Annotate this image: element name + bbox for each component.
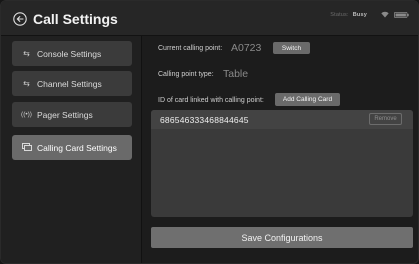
calling-card-panel: Current calling point: A0723 Switch Call… [142, 36, 418, 263]
sidebar-item-label: Console Settings [37, 48, 102, 59]
swap-arrows-icon: ⇆ [23, 79, 30, 88]
sidebar-item-label: Calling Card Settings [37, 142, 117, 153]
linked-card-label: ID of card linked with calling point: [158, 97, 264, 104]
switch-button[interactable]: Switch [273, 42, 310, 54]
wifi-icon [381, 11, 389, 18]
linked-card-list: 686546333468844645 Remove [151, 110, 413, 217]
point-type-label: Calling point type: [158, 71, 214, 78]
add-calling-card-button[interactable]: Add Calling Card [275, 93, 340, 106]
sidebar-item-pager-settings[interactable]: ((•)) Pager Settings [12, 102, 132, 127]
card-id: 686546333468844645 [160, 115, 249, 125]
status-label: Status: [330, 12, 349, 18]
sidebar-item-console-settings[interactable]: ⇆ Console Settings [12, 41, 132, 66]
page-title: Call Settings [33, 11, 118, 27]
remove-card-button[interactable]: Remove [369, 113, 402, 125]
header-bar: Call Settings Status: Busy [1, 1, 418, 36]
back-arrow-icon[interactable] [13, 12, 27, 26]
sidebar-item-label: Pager Settings [37, 109, 93, 120]
battery-icon [394, 12, 409, 18]
sidebar-item-channel-settings[interactable]: ⇆ Channel Settings [12, 71, 132, 96]
broadcast-icon: ((•)) [21, 111, 32, 118]
status-indicator: Status: Busy [330, 12, 367, 18]
settings-sidebar: ⇆ Console Settings ⇆ Channel Settings ((… [1, 36, 142, 263]
point-type-value: Table [223, 68, 249, 80]
current-point-value: A0723 [231, 42, 262, 54]
list-item: 686546333468844645 Remove [151, 110, 413, 129]
save-configurations-button[interactable]: Save Configurations [151, 227, 413, 248]
sidebar-item-calling-card-settings[interactable]: Calling Card Settings [12, 135, 132, 160]
card-icon [21, 142, 32, 153]
sidebar-item-label: Channel Settings [37, 78, 102, 89]
current-point-label: Current calling point: [158, 45, 223, 52]
status-value: Busy [352, 12, 367, 18]
swap-arrows-icon: ⇆ [23, 49, 30, 58]
call-settings-window: Call Settings Status: Busy ⇆ Console Sett… [0, 0, 419, 264]
